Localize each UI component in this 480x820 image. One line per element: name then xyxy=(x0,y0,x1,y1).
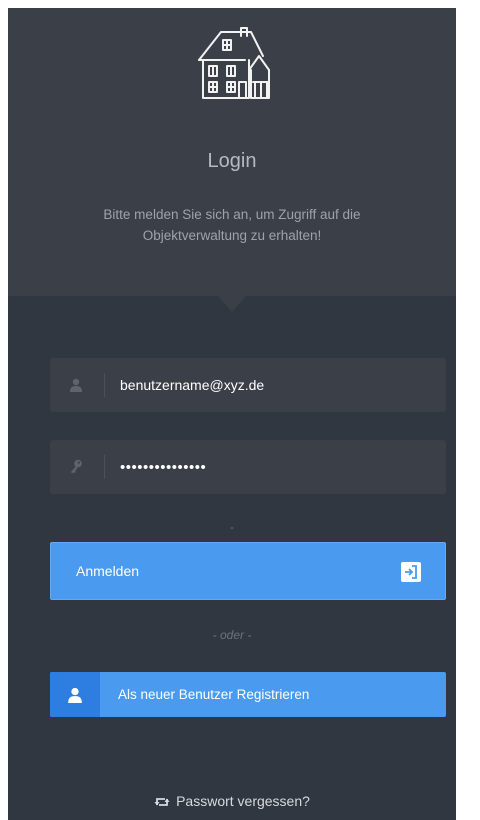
sign-in-icon xyxy=(401,562,421,582)
page-title: Login xyxy=(207,150,257,172)
register-button-label: Als neuer Benutzer Registrieren xyxy=(118,687,310,702)
divider-or: - oder - xyxy=(212,628,252,642)
user-icon xyxy=(50,358,102,412)
field-divider xyxy=(104,373,105,397)
username-input[interactable] xyxy=(120,358,430,412)
page-subtitle: Bitte melden Sie sich an, um Zugriff auf… xyxy=(103,207,361,243)
forgot-password-link[interactable]: Passwort vergessen? xyxy=(8,793,456,809)
password-input[interactable] xyxy=(120,440,430,494)
username-field[interactable] xyxy=(50,358,446,412)
password-field[interactable] xyxy=(50,440,446,494)
retweet-icon xyxy=(154,798,170,806)
user-icon xyxy=(50,672,100,717)
login-button[interactable]: Anmelden xyxy=(50,542,446,600)
house-sketch-icon xyxy=(198,27,270,99)
register-button[interactable]: Als neuer Benutzer Registrieren xyxy=(50,672,446,717)
key-icon xyxy=(50,440,102,494)
login-header: Login Bitte melden Sie sich an, um Zugri… xyxy=(8,8,456,296)
header-pointer xyxy=(218,296,246,312)
forgot-password-label: Passwort vergessen? xyxy=(176,793,310,809)
form-separator: - xyxy=(230,520,234,534)
login-button-label: Anmelden xyxy=(76,563,140,579)
login-panel: Login Bitte melden Sie sich an, um Zugri… xyxy=(8,8,456,820)
field-divider xyxy=(104,455,105,479)
